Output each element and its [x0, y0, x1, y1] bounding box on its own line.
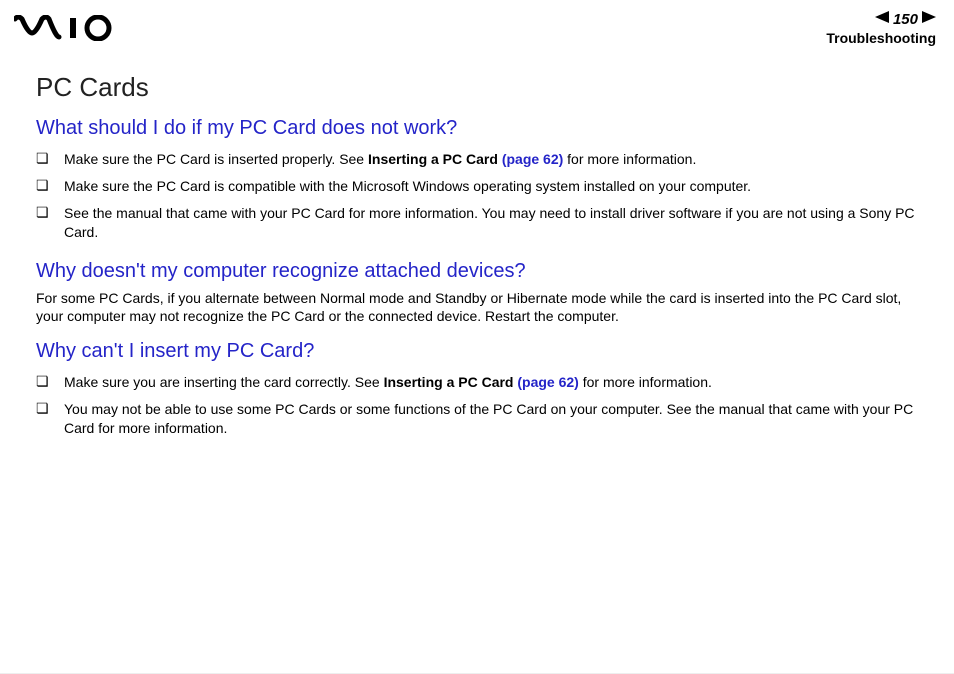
- text-segment: Make sure the PC Card is compatible with…: [64, 178, 751, 194]
- faq-answer-list-1: Make sure the PC Card is inserted proper…: [36, 146, 924, 246]
- faq-question-2: Why doesn't my computer recognize attach…: [36, 260, 954, 283]
- next-page-icon[interactable]: [922, 10, 936, 28]
- page-link[interactable]: (page 62): [502, 151, 563, 167]
- faq-question-3: Why can't I insert my PC Card?: [36, 340, 954, 363]
- bold-text: Inserting a PC Card: [368, 151, 502, 167]
- header-right: 150 Troubleshooting: [826, 10, 936, 46]
- text-segment: for more information.: [579, 374, 712, 390]
- page-header: 150 Troubleshooting: [0, 0, 954, 50]
- faq-answer-paragraph: For some PC Cards, if you alternate betw…: [36, 289, 924, 327]
- prev-page-icon[interactable]: [875, 10, 889, 28]
- list-item: You may not be able to use some PC Cards…: [36, 396, 924, 442]
- list-item: Make sure the PC Card is inserted proper…: [36, 146, 924, 173]
- text-segment: Make sure the PC Card is inserted proper…: [64, 151, 368, 167]
- text-segment: You may not be able to use some PC Cards…: [64, 401, 913, 436]
- list-item: Make sure you are inserting the card cor…: [36, 369, 924, 396]
- page-navigation: 150: [875, 10, 936, 28]
- list-item: See the manual that came with your PC Ca…: [36, 200, 924, 246]
- text-segment: Make sure you are inserting the card cor…: [64, 374, 384, 390]
- text-segment: See the manual that came with your PC Ca…: [64, 205, 915, 240]
- page-title: PC Cards: [36, 72, 954, 103]
- vaio-logo: [14, 15, 118, 41]
- bold-text: Inserting a PC Card: [384, 374, 518, 390]
- section-title: Troubleshooting: [826, 30, 936, 46]
- page-link[interactable]: (page 62): [517, 374, 578, 390]
- list-item: Make sure the PC Card is compatible with…: [36, 173, 924, 200]
- document-page: 150 Troubleshooting PC Cards What should…: [0, 0, 954, 674]
- text-segment: for more information.: [563, 151, 696, 167]
- page-number: 150: [893, 11, 918, 28]
- faq-question-1: What should I do if my PC Card does not …: [36, 117, 954, 140]
- faq-answer-list-3: Make sure you are inserting the card cor…: [36, 369, 924, 442]
